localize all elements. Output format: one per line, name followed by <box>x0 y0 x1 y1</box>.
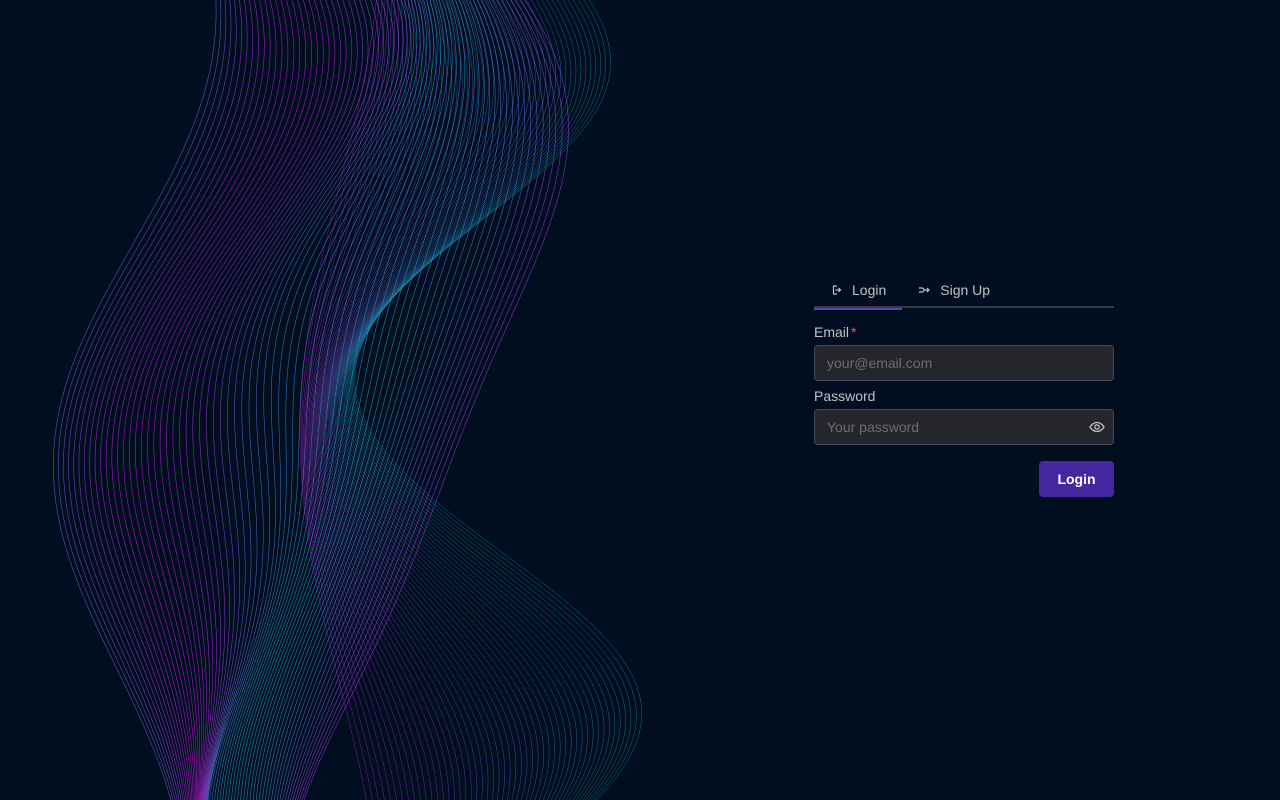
password-input[interactable] <box>814 409 1114 445</box>
wave-line <box>83 0 248 800</box>
wave-line <box>141 0 306 800</box>
wave-line <box>206 0 399 800</box>
required-mark: * <box>851 324 857 340</box>
tab-signup[interactable]: Sign Up <box>902 271 1006 308</box>
wave-line <box>252 0 461 800</box>
wave-line <box>89 0 254 800</box>
eye-icon[interactable] <box>1088 418 1106 436</box>
wave-line <box>322 0 489 800</box>
wave-line <box>307 0 409 800</box>
tab-signup-label: Sign Up <box>940 281 991 298</box>
wave-line <box>337 0 567 800</box>
wave-line <box>347 0 610 800</box>
wave-line <box>117 0 283 800</box>
wave-line <box>68 0 232 800</box>
wave-line <box>332 0 539 800</box>
wave-line <box>352 0 632 800</box>
login-icon <box>830 284 842 296</box>
wave-line <box>354 0 643 800</box>
password-label: Password <box>814 388 876 404</box>
wave-line <box>265 0 480 800</box>
wave-line <box>311 0 433 800</box>
login-button[interactable]: Login <box>1039 461 1114 497</box>
email-field-group: Email * <box>814 323 1114 381</box>
wave-line <box>216 0 418 800</box>
wave-line <box>327 0 517 800</box>
wave-line <box>205 0 390 800</box>
wave-line <box>262 0 475 800</box>
wave-background-art <box>0 0 700 800</box>
wave-line <box>134 0 301 800</box>
wave-line <box>301 0 563 800</box>
wave-line <box>331 0 533 800</box>
signup-icon <box>918 284 931 296</box>
wave-line <box>78 0 243 800</box>
wave-line <box>282 0 513 800</box>
email-input[interactable] <box>814 345 1114 381</box>
wave-line <box>205 0 384 800</box>
password-field-group: Password <box>814 387 1114 445</box>
auth-tabs: Login Sign Up <box>814 271 1114 310</box>
wave-line <box>339 0 572 800</box>
tab-login-label: Login <box>852 281 887 298</box>
login-page: Login Sign Up Email* Password <box>0 0 1280 800</box>
wave-line <box>73 0 237 800</box>
wave-line <box>344 0 599 800</box>
auth-panel: Login Sign Up Email* Password <box>814 271 1114 497</box>
email-label: Email * <box>814 324 857 340</box>
wave-line <box>100 0 265 800</box>
tab-login[interactable]: Login <box>814 271 903 310</box>
